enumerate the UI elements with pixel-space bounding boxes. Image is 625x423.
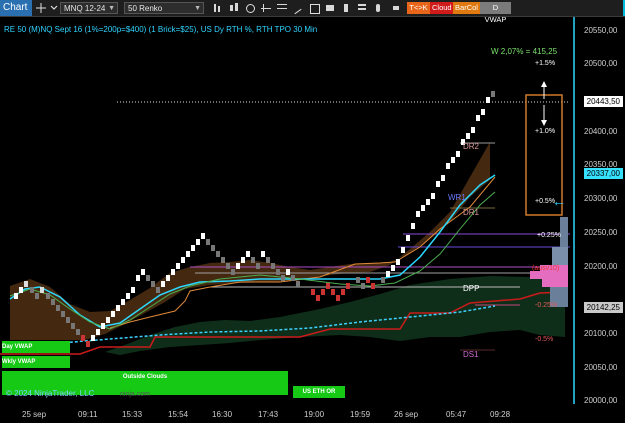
dropdown-arrow-icon: ▼ [194,5,201,12]
price-tick: 20200,00 [584,262,618,271]
time-tick: 16:30 [212,410,233,419]
pct-label: +1.5% [535,60,556,67]
time-tick: 26 sep [394,410,419,419]
price-tick: 20300,00 [584,194,618,203]
instrument-selector[interactable]: MNQ 12-24 ▼ [60,2,118,14]
pct-label: +0.25% [537,232,561,239]
level-label-dpp: DPP [463,284,480,293]
ma-price-tag: 20337,00 [583,168,623,179]
scroll-back-arrow-icon[interactable]: ← [552,193,566,209]
time-tick: 09:28 [490,410,511,419]
bar-type-selector[interactable]: 50 Renko ▼ [124,2,204,14]
share-icon[interactable] [340,2,352,14]
price-chart[interactable] [0,17,575,404]
day-vwap-box: Day VWAP [2,341,70,353]
level-label-dr1: DR1 [463,208,480,217]
more-icon[interactable] [390,2,402,14]
price-tick: 20550,00 [584,26,618,35]
wkly-vwap-box: Wkly VWAP [2,356,70,368]
pct-label: +1.0% [535,128,556,135]
price-tick: 20400,00 [584,127,618,136]
chart-panel[interactable] [0,17,575,404]
watermark: ninja.com [120,391,150,398]
level-label-ds1: DS1 [463,350,479,359]
time-tick: 17:43 [258,410,279,419]
price-tick: 20000,00 [584,396,618,405]
time-tick: 15:54 [168,410,189,419]
chart-header: RE 50 (M)NQ Sept 16 (1%=200p=$400) (1 Br… [4,25,318,34]
barcol-toggle-button[interactable]: BarCol [453,2,480,14]
last-price-tag: 20443,50 [583,96,623,107]
price-tick: 20100,00 [584,329,618,338]
candles-icon[interactable] [228,2,240,14]
price-tick: 20250,00 [584,228,618,237]
dropdown-arrow-icon: ▼ [108,5,115,12]
cloud-toggle-button[interactable]: Cloud [430,2,453,14]
time-tick: 09:11 [78,410,98,419]
pct-label: -0.25% [535,302,558,309]
crosshair-icon[interactable] [36,3,46,13]
chart-trader-icon[interactable] [356,2,368,14]
price-tick: 20500,00 [584,59,618,68]
price-tick: 20050,00 [584,363,618,372]
drawing-tools-icon[interactable] [292,2,304,15]
level-label-dr2: DR2 [463,142,480,151]
chart-toolbar: Chart MNQ 12-24 ▼ 50 Renko ▼ T<>K Cloud … [0,0,625,24]
misc-label: (ausv10) [532,265,560,272]
tk-toggle-button[interactable]: T<>K [407,2,430,14]
snapshot-icon[interactable] [324,2,336,14]
us-eth-or-box: US ETH OR [293,386,345,398]
bar-type-value: 50 Renko [128,4,163,13]
indicators-icon[interactable] [260,2,272,14]
week-label: W 2,07% = 415,25 [491,47,558,56]
level-label-wr1: WR1 [448,193,466,202]
time-tick: 19:00 [304,410,325,419]
data-box-icon[interactable] [308,2,320,14]
chart-tab-title[interactable]: Chart [0,0,32,16]
properties-icon[interactable] [372,2,384,14]
instrument-value: MNQ 12-24 [64,4,106,13]
chevron-down-icon[interactable] [49,3,59,13]
strategies-icon[interactable] [276,2,288,14]
bars-icon[interactable] [212,2,224,14]
copyright-text: © 2024 NinjaTrader, LLC [6,389,95,398]
time-tick: 05:47 [446,410,467,419]
dvwap-toggle-button[interactable]: D VWAP [480,2,511,24]
vwap-price-tag: 20142,25 [583,302,623,313]
pct-label: -0.5% [535,336,554,343]
time-tick: 19:59 [350,410,371,419]
zoom-icon[interactable] [244,2,256,14]
time-tick: 15:33 [122,410,143,419]
time-tick: 25 sep [22,410,47,419]
